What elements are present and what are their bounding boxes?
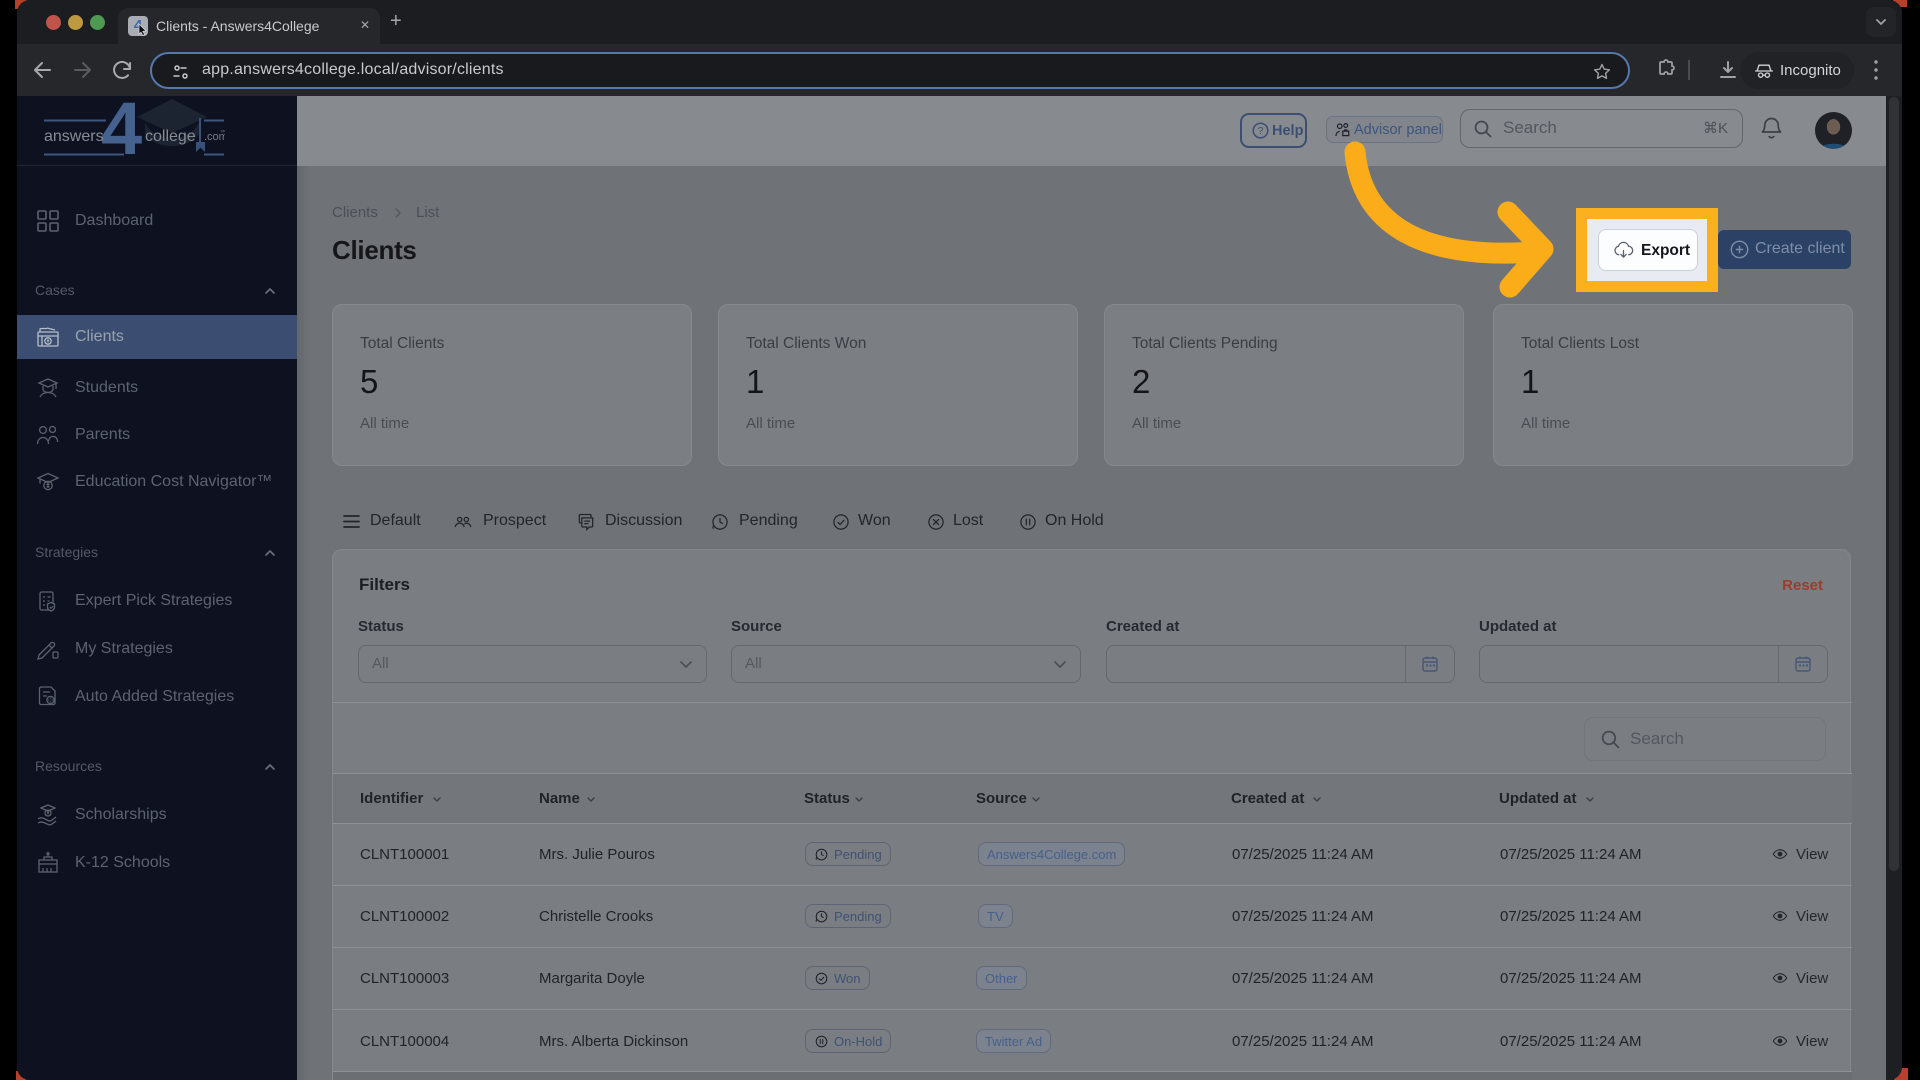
svg-text:answers: answers xyxy=(44,128,104,145)
svg-text:college: college xyxy=(145,128,196,145)
svg-text:4: 4 xyxy=(101,96,142,160)
svg-text:™: ™ xyxy=(220,129,225,136)
svg-text:?: ? xyxy=(1258,126,1264,137)
